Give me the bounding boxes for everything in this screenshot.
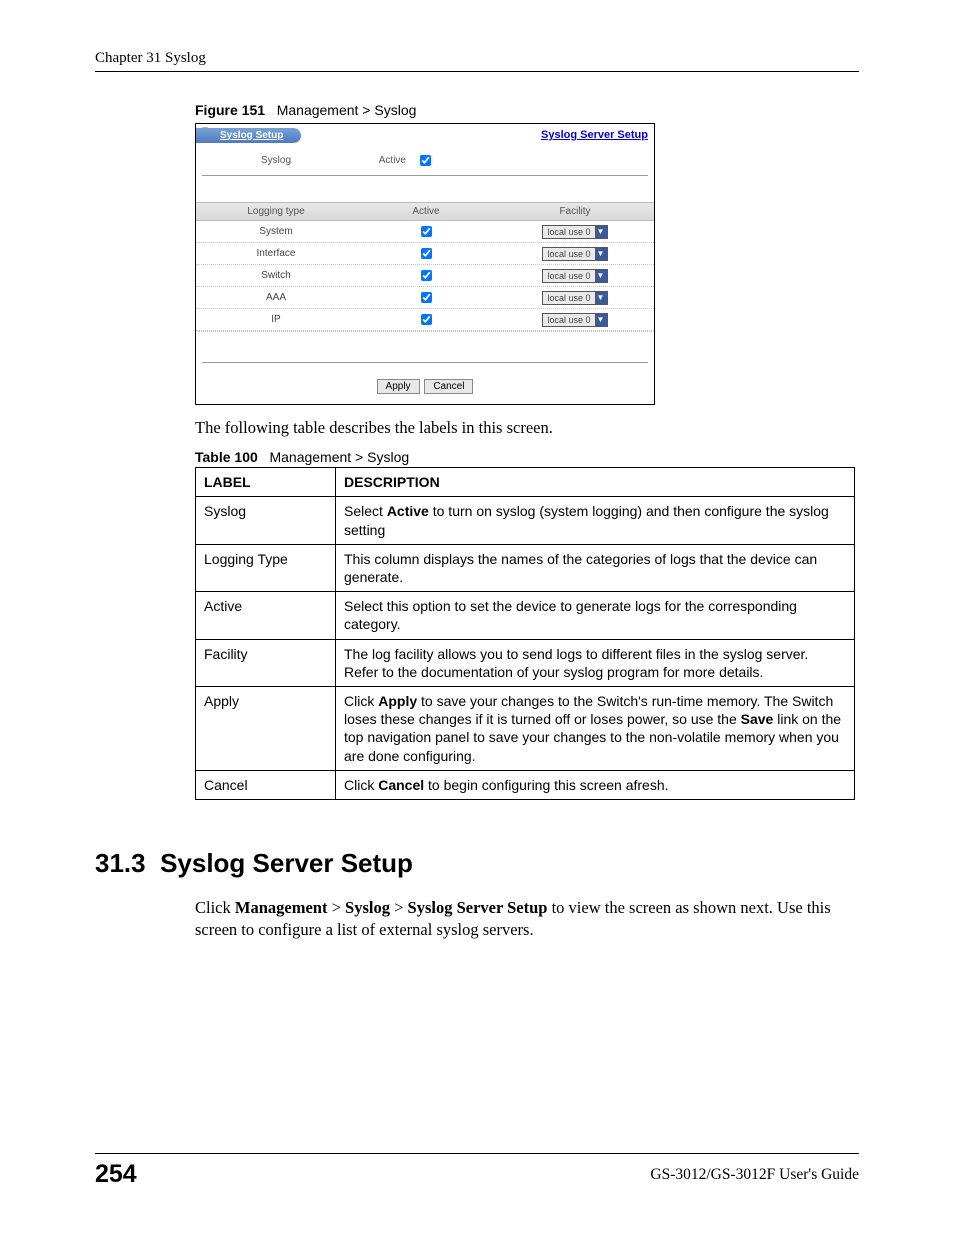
facility-value: local use 0 — [543, 227, 594, 237]
page-number: 254 — [95, 1160, 137, 1189]
cell-description: Select Active to turn on syslog (system … — [336, 497, 855, 544]
cell-label: Facility — [196, 639, 336, 686]
th-label: LABEL — [196, 468, 336, 497]
chapter-label: Chapter 31 Syslog — [95, 50, 206, 67]
cell-label: Cancel — [196, 770, 336, 799]
logging-table-header: Logging type Active Facility — [196, 202, 654, 221]
cell-description: Click Cancel to begin configuring this s… — [336, 770, 855, 799]
figure-number: Figure 151 — [195, 102, 265, 118]
page-header: Chapter 31 Syslog — [95, 50, 859, 67]
section-heading: 31.3 Syslog Server Setup — [95, 848, 859, 879]
table-number: Table 100 — [195, 449, 258, 465]
table-row: Interface local use 0 ▼ — [196, 243, 654, 265]
row-active-checkbox[interactable] — [421, 270, 432, 281]
dropdown-arrow-icon: ▼ — [595, 248, 607, 260]
facility-select[interactable]: local use 0 ▼ — [542, 247, 607, 261]
table-row: IP local use 0 ▼ — [196, 309, 654, 331]
syslog-active-row: Syslog Active — [196, 146, 654, 175]
table-row: Apply Click Apply to save your changes t… — [196, 686, 855, 770]
cell-description: Select this option to set the device to … — [336, 592, 855, 639]
tab-label: Syslog Setup — [196, 128, 301, 143]
guide-name: GS-3012/GS-3012F User's Guide — [650, 1166, 859, 1184]
table-row: Logging Type This column displays the na… — [196, 544, 855, 591]
th-logging-type: Logging type — [196, 203, 356, 220]
row-name: Interface — [196, 246, 356, 261]
th-description: DESCRIPTION — [336, 468, 855, 497]
cell-description: The log facility allows you to send logs… — [336, 639, 855, 686]
label-active: Active — [356, 155, 416, 166]
tab-syslog-setup[interactable]: Syslog Setup — [196, 126, 301, 144]
table-row: System local use 0 ▼ — [196, 221, 654, 243]
cell-label: Apply — [196, 686, 336, 770]
cell-description: Click Apply to save your changes to the … — [336, 686, 855, 770]
table-row: Switch local use 0 ▼ — [196, 265, 654, 287]
screenshot-header: Syslog Setup Syslog Server Setup — [196, 124, 654, 146]
page-footer: 254 GS-3012/GS-3012F User's Guide — [95, 1153, 859, 1189]
syslog-active-checkbox[interactable] — [420, 155, 431, 166]
button-row: Apply Cancel — [196, 363, 654, 404]
cancel-button[interactable]: Cancel — [424, 379, 473, 394]
th-facility: Facility — [496, 203, 654, 220]
dropdown-arrow-icon: ▼ — [595, 314, 607, 326]
dropdown-arrow-icon: ▼ — [595, 292, 607, 304]
facility-select[interactable]: local use 0 ▼ — [542, 269, 607, 283]
cell-label: Logging Type — [196, 544, 336, 591]
facility-select[interactable]: local use 0 ▼ — [542, 225, 607, 239]
facility-value: local use 0 — [543, 315, 594, 325]
table-row: Active Select this option to set the dev… — [196, 592, 855, 639]
dropdown-arrow-icon: ▼ — [595, 226, 607, 238]
row-name: IP — [196, 312, 356, 327]
label-syslog: Syslog — [196, 155, 356, 166]
footer-divider — [95, 1153, 859, 1154]
section-paragraph: Click Management > Syslog > Syslog Serve… — [195, 897, 859, 942]
apply-button[interactable]: Apply — [377, 379, 420, 394]
row-active-checkbox[interactable] — [421, 226, 432, 237]
row-active-checkbox[interactable] — [421, 292, 432, 303]
description-table: LABEL DESCRIPTION Syslog Select Active t… — [195, 467, 855, 800]
row-active-checkbox[interactable] — [421, 314, 432, 325]
row-name: Switch — [196, 268, 356, 283]
facility-select[interactable]: local use 0 ▼ — [542, 291, 607, 305]
facility-value: local use 0 — [543, 249, 594, 259]
table-row: Syslog Select Active to turn on syslog (… — [196, 497, 855, 544]
row-name: AAA — [196, 290, 356, 305]
table-title: Management > Syslog — [269, 449, 409, 465]
intro-paragraph: The following table describes the labels… — [195, 417, 859, 439]
table-row: AAA local use 0 ▼ — [196, 287, 654, 309]
figure-caption: Figure 151 Management > Syslog — [195, 102, 859, 118]
dropdown-arrow-icon: ▼ — [595, 270, 607, 282]
section-title: Syslog Server Setup — [160, 848, 413, 878]
row-active-checkbox[interactable] — [421, 248, 432, 259]
th-active: Active — [356, 203, 496, 220]
syslog-server-setup-link[interactable]: Syslog Server Setup — [541, 129, 648, 141]
figure-title: Management > Syslog — [277, 102, 417, 118]
header-divider — [95, 71, 859, 72]
facility-value: local use 0 — [543, 293, 594, 303]
facility-value: local use 0 — [543, 271, 594, 281]
page-container: Chapter 31 Syslog Figure 151 Management … — [0, 0, 954, 1235]
cell-label: Active — [196, 592, 336, 639]
table-caption: Table 100 Management > Syslog — [195, 449, 859, 465]
screenshot-syslog-setup: Syslog Setup Syslog Server Setup Syslog … — [195, 123, 655, 405]
section-number: 31.3 — [95, 848, 146, 878]
facility-select[interactable]: local use 0 ▼ — [542, 313, 607, 327]
table-row: Facility The log facility allows you to … — [196, 639, 855, 686]
row-name: System — [196, 224, 356, 239]
cell-label: Syslog — [196, 497, 336, 544]
table-row: Cancel Click Cancel to begin configuring… — [196, 770, 855, 799]
cell-description: This column displays the names of the ca… — [336, 544, 855, 591]
